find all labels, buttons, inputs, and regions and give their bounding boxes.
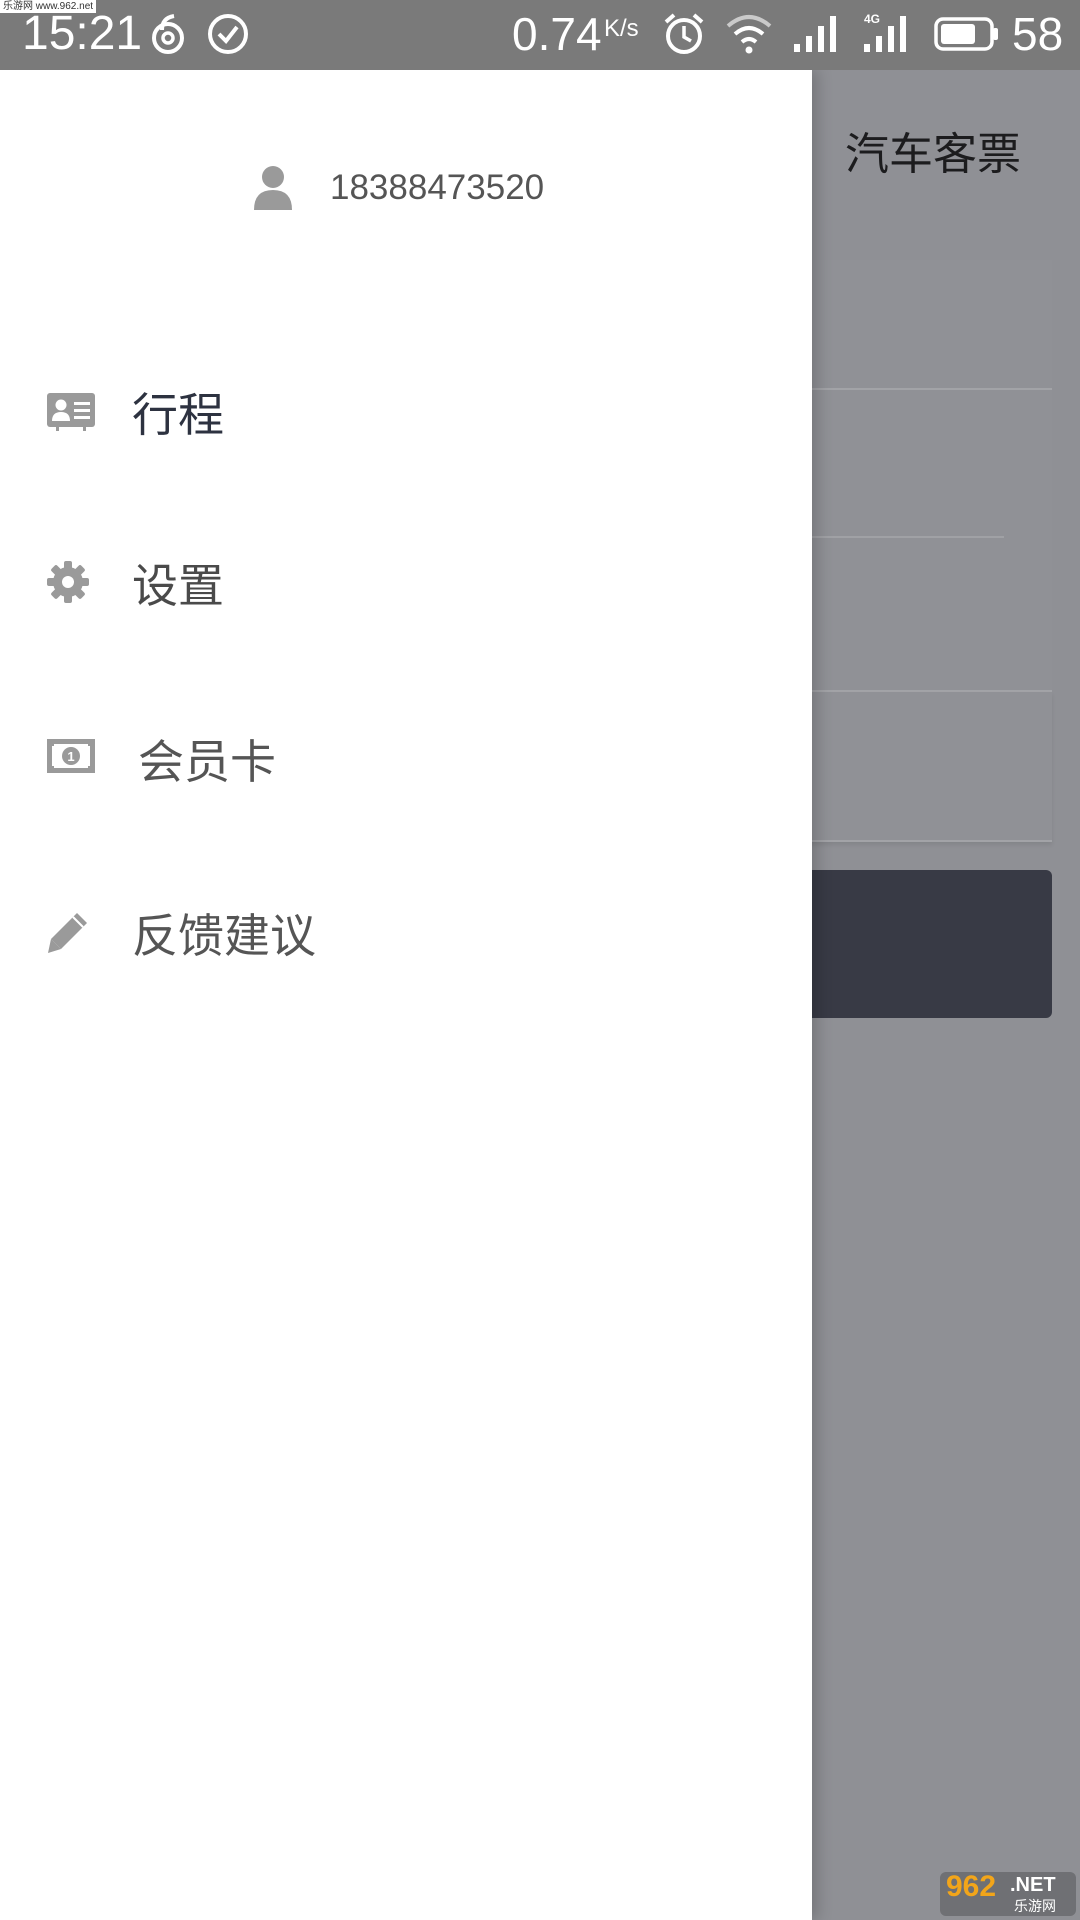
menu-item-feedback[interactable]: 反馈建议 [0, 870, 812, 1020]
logo-net: .NET [1010, 1874, 1056, 1896]
alarm-icon [664, 13, 704, 54]
pencil-icon [48, 913, 87, 953]
battery-level: 58 [1012, 8, 1064, 60]
id-card-icon [47, 393, 95, 431]
navigation-drawer: 18388473520 行程 设置 1 会员卡 反馈建议 [0, 70, 812, 1920]
menu-item-trips[interactable]: 行程 [0, 340, 812, 490]
menu-item-member-card[interactable]: 1 会员卡 [0, 692, 812, 842]
status-bar: 乐游网 www.962.net 15:21 0.74 K/s 4G 58 [0, 0, 1080, 70]
wifi-icon [726, 15, 772, 54]
signal-icon [794, 16, 836, 52]
gear-icon [47, 561, 89, 603]
user-phone-number: 18388473520 [330, 168, 545, 207]
site-logo: 962 .NET 乐游网 [940, 1870, 1076, 1916]
logo-cn: 乐游网 [1014, 1899, 1056, 1915]
background-card [790, 260, 1052, 390]
background-button [790, 870, 1052, 1018]
battery-icon [934, 17, 998, 51]
status-time: 15:21 [22, 7, 143, 60]
menu-item-settings[interactable]: 设置 [0, 518, 812, 668]
network-speed: 0.74 [512, 8, 602, 60]
background-card [790, 390, 1052, 692]
menu-item-label: 反馈建议 [132, 909, 316, 963]
menu-item-label: 设置 [132, 559, 224, 613]
background-title: 汽车客票 [845, 129, 1021, 180]
svg-text:1: 1 [67, 749, 74, 764]
svg-text:4G: 4G [864, 12, 880, 26]
background-card [790, 692, 1052, 842]
menu-item-label: 会员卡 [138, 735, 276, 789]
money-bill-icon: 1 [47, 739, 95, 773]
netease-music-icon [152, 14, 184, 54]
check-circle-icon [208, 14, 248, 54]
logo-number: 962 [946, 1870, 997, 1903]
network-speed-unit: K/s [604, 15, 639, 42]
signal-4g-icon: 4G [864, 12, 906, 52]
screen: 乐游网 www.962.net 15:21 0.74 K/s 4G 58 汽车客… [0, 0, 1080, 1920]
user-icon [254, 166, 292, 210]
menu-item-label: 行程 [132, 388, 224, 442]
